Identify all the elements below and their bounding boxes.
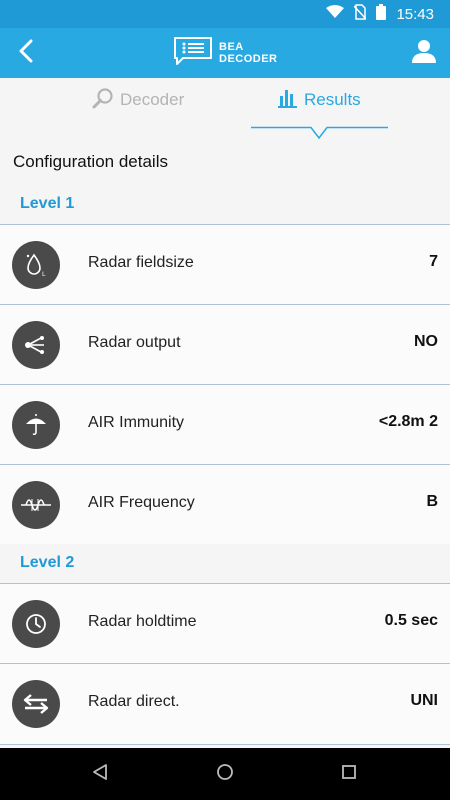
tab-decoder-label: Decoder [120,90,185,109]
direction-arrows-icon [12,680,60,728]
status-bar: 15:43 [0,0,450,28]
level-heading: Level 2 [20,554,75,571]
profile-button[interactable] [406,35,442,71]
list-item-radar-direct[interactable]: Radar direct. UNI [0,663,450,745]
magnifier-icon [92,87,114,114]
level-heading: Level 1 [20,195,75,212]
row-label: Radar fieldsize [88,254,194,271]
no-sim-icon [353,3,368,25]
list-item-air-frequency[interactable]: AIR Frequency B [0,464,450,544]
brand-line-1: BEA [219,41,244,53]
row-value: NO [414,333,438,350]
row-value: 7 [429,253,438,270]
nav-home-button[interactable] [213,762,237,786]
row-value: UNI [410,692,438,709]
row-value: B [426,493,438,510]
row-label: AIR Immunity [88,414,185,431]
status-time: 15:43 [396,5,434,23]
row-value: <2.8m 2 [378,413,438,430]
umbrella-icon [12,401,60,449]
tab-results-label: Results [304,90,361,109]
wifi-icon [326,4,345,24]
row-label: Radar direct. [88,693,180,710]
navigation-bar [0,748,450,800]
list-bubble-icon [173,36,213,71]
fieldsize-icon: L [12,241,60,289]
app-logo: BEA DECODER [173,36,278,71]
circle-home-icon [216,763,234,786]
svg-text:L: L [42,271,46,278]
list-item-air-immunity[interactable]: AIR Immunity <2.8m 2 [0,384,450,464]
tab-bar: Decoder Results [0,78,450,140]
back-button[interactable] [8,35,44,71]
list-item-radar-output[interactable]: Radar output NO [0,304,450,384]
user-icon [411,39,437,68]
back-arrow-icon [18,39,34,68]
list-item-radar-fieldsize[interactable]: L Radar fieldsize 7 [0,224,450,304]
frequency-icon [12,481,60,529]
square-recents-icon [341,764,357,785]
row-label: Radar output [88,334,181,351]
row-value: 0.5 sec [384,612,438,629]
list-item-radar-holdtime[interactable]: Radar holdtime 0.5 sec [0,583,450,663]
active-tab-indicator [251,126,388,140]
battery-icon [376,3,387,25]
triangle-back-icon [92,763,108,786]
output-icon [12,321,60,369]
row-label: Radar holdtime [88,613,197,630]
bar-chart-icon [278,88,298,113]
clock-icon [12,600,60,648]
page-title: Configuration details [13,152,168,171]
brand-line-2: DECODER [219,53,278,65]
nav-back-button[interactable] [88,762,112,786]
tab-decoder[interactable]: Decoder [92,87,185,114]
row-label: AIR Frequency [88,494,195,511]
nav-recents-button[interactable] [337,762,361,786]
app-bar: BEA DECODER [0,28,450,78]
tab-results[interactable]: Results [278,88,361,112]
